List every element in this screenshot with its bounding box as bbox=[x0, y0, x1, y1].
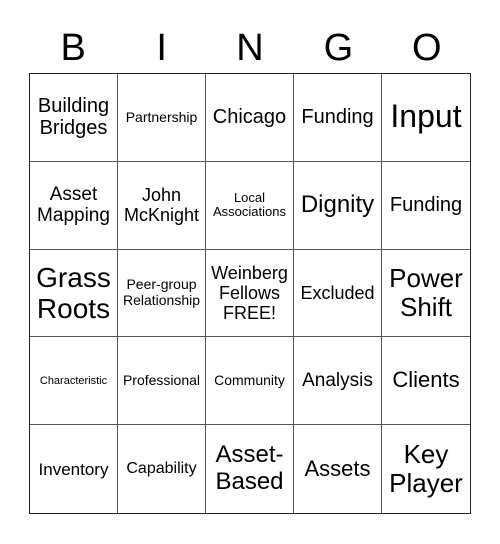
bingo-cell[interactable]: Funding bbox=[382, 162, 470, 250]
bingo-cell[interactable]: Community bbox=[206, 337, 294, 426]
bingo-cell[interactable]: Building Bridges bbox=[30, 74, 118, 162]
bingo-cell[interactable]: Clients bbox=[382, 337, 470, 426]
bingo-cell[interactable]: John McKnight bbox=[118, 161, 206, 250]
bingo-cell[interactable]: Power Shift bbox=[382, 250, 470, 338]
bingo-cell[interactable]: Partnership bbox=[118, 74, 206, 162]
bingo-board: Building Bridges Partnership Chicago Fun… bbox=[29, 73, 471, 514]
bingo-cell[interactable]: Asset Mapping bbox=[30, 161, 118, 250]
header-letter-o: O bbox=[412, 27, 442, 69]
bingo-cell[interactable]: Professional bbox=[118, 337, 206, 426]
free-space-cell[interactable]: Weinberg Fellows FREE! bbox=[206, 249, 294, 338]
bingo-cell[interactable]: Key Player bbox=[382, 425, 470, 513]
bingo-cell[interactable]: Peer-group Relationship bbox=[118, 249, 206, 338]
bingo-cell[interactable]: Funding bbox=[294, 74, 382, 162]
bingo-cell[interactable]: Analysis bbox=[294, 337, 382, 426]
bingo-cell[interactable]: Excluded bbox=[294, 249, 382, 338]
header-letter-n: N bbox=[236, 27, 264, 69]
header-letter-g: G bbox=[323, 27, 354, 69]
header-letter-b: B bbox=[60, 27, 86, 69]
bingo-cell[interactable]: Capability bbox=[118, 425, 206, 513]
bingo-cell[interactable]: Characteristic bbox=[30, 337, 118, 426]
bingo-cell[interactable]: Asset-Based bbox=[206, 425, 294, 513]
bingo-cell[interactable]: Assets bbox=[294, 425, 382, 513]
header-letter-i: I bbox=[156, 27, 167, 69]
bingo-header: B I N G O bbox=[29, 22, 471, 74]
bingo-cell[interactable]: Input bbox=[382, 74, 470, 162]
bingo-cell[interactable]: Chicago bbox=[206, 74, 294, 162]
bingo-cell[interactable]: Grass Roots bbox=[30, 249, 118, 338]
bingo-cell[interactable]: Inventory bbox=[30, 425, 118, 513]
bingo-cell[interactable]: Dignity bbox=[294, 161, 382, 250]
bingo-cell[interactable]: Local Associations bbox=[206, 161, 294, 250]
